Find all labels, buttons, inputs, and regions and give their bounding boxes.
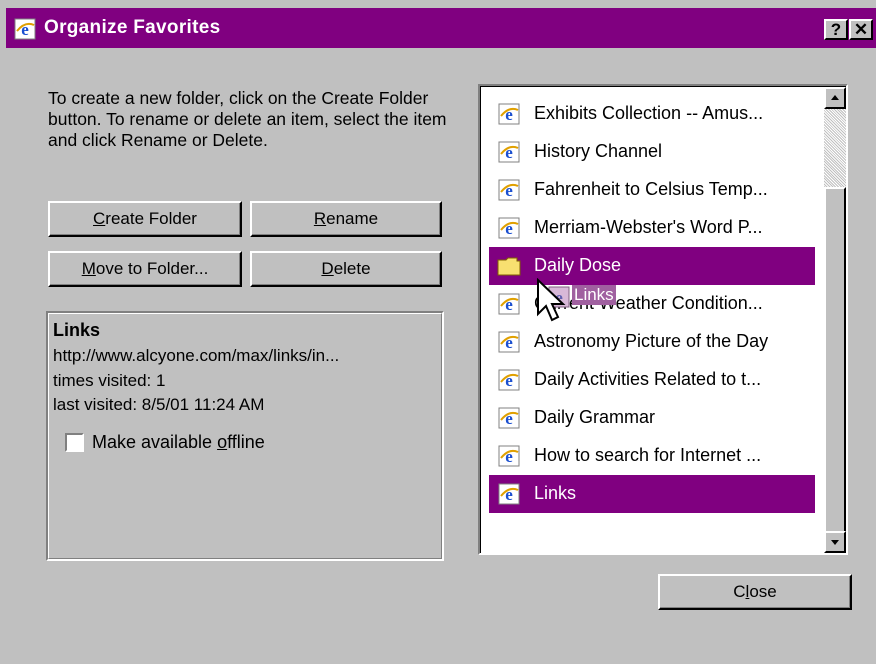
svg-text:e: e (505, 181, 513, 200)
ie-page-icon: e (497, 293, 521, 315)
rename-button[interactable]: Rename (250, 201, 442, 237)
scrollbar-thumb[interactable] (824, 187, 846, 533)
delete-button[interactable]: Delete (250, 251, 442, 287)
svg-text:e: e (505, 485, 513, 504)
ie-page-icon: e (497, 217, 521, 239)
ie-page-icon: e (497, 407, 521, 429)
list-item-label: Links (534, 483, 577, 503)
item-name: Links (53, 320, 101, 340)
instructions-text: To create a new folder, click on the Cre… (48, 88, 447, 150)
ie-page-icon: e (497, 369, 521, 391)
list-item[interactable]: e History Channel (489, 133, 815, 171)
offline-checkbox-label[interactable]: Make available offline (92, 432, 265, 453)
create-folder-label: reate Folder (105, 209, 197, 228)
scroll-down-button[interactable] (824, 531, 846, 553)
times-visited: times visited: 1 (53, 371, 166, 390)
help-button[interactable]: ? (824, 19, 848, 40)
rename-mnemonic: R (313, 209, 327, 228)
ie-page-icon: e (497, 445, 521, 467)
close-window-button[interactable]: ✕ (849, 19, 873, 40)
list-item[interactable]: e Daily Activities Related to t... (489, 361, 815, 399)
ie-page-icon: e (497, 179, 521, 201)
drag-ghost-label: Links (572, 285, 616, 305)
move-to-folder-mnemonic: M (81, 259, 96, 278)
folder-icon (497, 255, 521, 277)
delete-mnemonic: D (321, 259, 334, 278)
list-item-label: Exhibits Collection -- Amus... (534, 103, 764, 123)
svg-text:e: e (505, 371, 513, 390)
create-folder-mnemonic: C (93, 209, 106, 228)
close-label-rest: ose (749, 582, 777, 601)
move-to-folder-button[interactable]: Move to Folder... (48, 251, 242, 287)
list-item[interactable]: e Daily Grammar (489, 399, 815, 437)
window-title: Organize Favorites (44, 17, 221, 38)
ie-logo-icon: e (14, 18, 36, 40)
offline-checkbox[interactable] (65, 433, 84, 452)
list-item[interactable]: e Fahrenheit to Celsius Temp... (489, 171, 815, 209)
list-item-label: Merriam-Webster's Word P... (534, 217, 763, 237)
offline-label-pre: Make available (92, 432, 218, 452)
svg-text:e: e (21, 20, 29, 39)
svg-text:e: e (505, 295, 513, 314)
svg-text:e: e (505, 333, 513, 352)
arrow-up-icon (831, 95, 839, 100)
title-bar: e Organize Favorites ? ✕ (6, 8, 876, 48)
favorites-list-viewport: e Links e How to search for Internet ... e Da… (480, 86, 846, 553)
svg-text:e: e (505, 219, 513, 238)
svg-text:e: e (505, 447, 513, 466)
favorites-list[interactable]: e Links e How to search for Internet ... e Da… (478, 84, 848, 555)
offline-label-rest: ffline (227, 432, 265, 452)
vertical-scrollbar[interactable] (824, 87, 846, 553)
mouse-pointer-icon (537, 278, 566, 322)
svg-text:e: e (505, 143, 513, 162)
close-button[interactable]: Close (658, 574, 852, 610)
list-item[interactable]: e Astronomy Picture of the Day (489, 323, 815, 361)
list-item-label: Daily Activities Related to t... (534, 369, 762, 389)
list-item[interactable]: e Exhibits Collection -- Amus... (489, 95, 815, 133)
ie-page-icon: e (497, 483, 521, 505)
delete-label: elete (333, 259, 371, 278)
list-item[interactable]: e How to search for Internet ... (489, 437, 815, 475)
list-item[interactable]: e Links (489, 475, 815, 513)
list-item[interactable]: e Merriam-Webster's Word P... (489, 209, 815, 247)
list-item-label: How to search for Internet ... (534, 445, 762, 465)
item-url: http://www.alcyone.com/max/links/in... (53, 346, 340, 365)
close-label-pre: C (733, 582, 746, 601)
list-item-label: Astronomy Picture of the Day (534, 331, 769, 351)
ie-page-icon: e (497, 331, 521, 353)
item-details-panel: Links http://www.alcyone.com/max/links/i… (46, 311, 444, 561)
rename-label: ename (326, 209, 379, 228)
list-item-label: Daily Dose (534, 255, 622, 275)
last-visited: last visited: 8/5/01 11:24 AM (53, 395, 265, 414)
offline-mnemonic: o (217, 432, 228, 452)
arrow-down-icon (831, 540, 839, 545)
create-folder-button[interactable]: Create Folder (48, 201, 242, 237)
svg-text:e: e (505, 105, 513, 124)
ie-page-icon: e (497, 141, 521, 163)
list-item-label: Daily Grammar (534, 407, 656, 427)
svg-text:e: e (505, 409, 513, 428)
ie-page-icon: e (497, 103, 521, 125)
scroll-up-button[interactable] (824, 87, 846, 109)
move-to-folder-label: ove to Folder... (95, 259, 209, 278)
list-item-label: Fahrenheit to Celsius Temp... (534, 179, 768, 199)
list-item-label: History Channel (534, 141, 663, 161)
